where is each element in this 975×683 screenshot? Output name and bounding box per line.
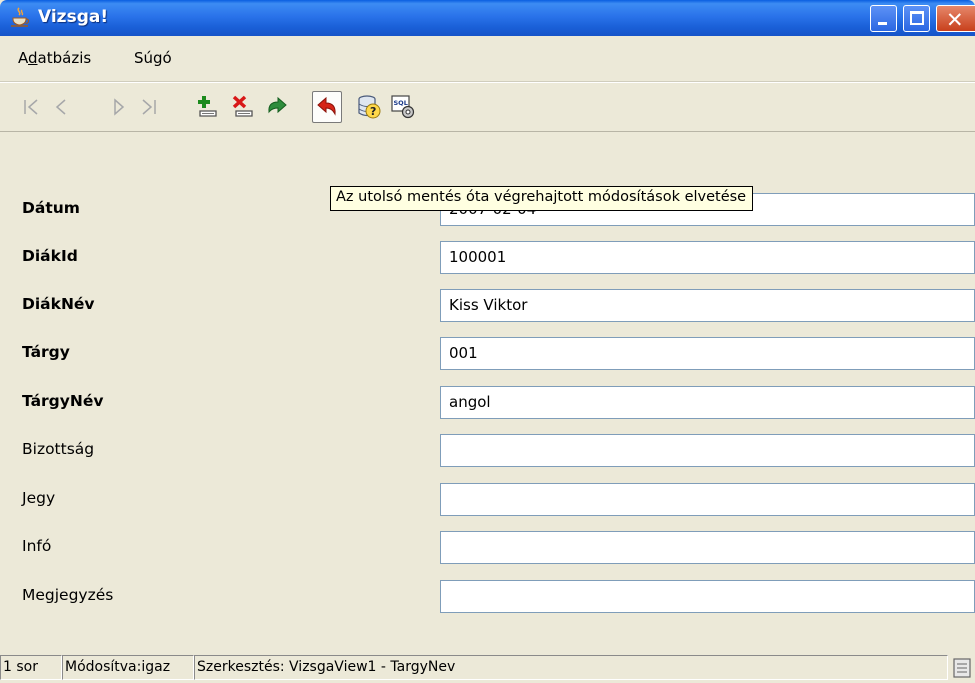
toolbar: ? SQL — [0, 82, 975, 132]
first-record-button[interactable] — [16, 91, 46, 123]
previous-record-button[interactable] — [46, 91, 76, 123]
menu-database-rest: atbázis — [37, 49, 92, 67]
jegy-field[interactable] — [440, 483, 975, 516]
database-connection-icon — [950, 656, 975, 680]
info-field[interactable] — [440, 531, 975, 564]
field-label-info: Infó — [22, 537, 52, 555]
form-row-jegy: Jegy — [0, 475, 975, 523]
last-record-icon — [142, 99, 156, 115]
svg-text:?: ? — [370, 105, 376, 118]
title-bar[interactable]: Vizsga! ✕ — [0, 0, 975, 36]
minimize-button[interactable] — [870, 5, 897, 32]
next-record-button[interactable] — [104, 91, 134, 123]
menu-help[interactable]: Súgó — [134, 49, 172, 67]
targy-field[interactable]: 001 — [440, 337, 975, 370]
bizottsag-field[interactable] — [440, 434, 975, 467]
query-help-button[interactable]: ? — [354, 91, 384, 123]
next-record-icon — [114, 98, 125, 116]
menu-database[interactable]: Adatbázis — [18, 49, 91, 67]
app-window: Vizsga! ✕ Adatbázis Súgó ? SQL Dátum Diá… — [0, 0, 975, 683]
form-row-bizottsag: Bizottság — [0, 426, 975, 474]
form-row-info: Infó — [0, 523, 975, 571]
maximize-icon — [910, 11, 924, 25]
status-row-count: 1 sor — [0, 655, 62, 680]
last-record-button[interactable] — [134, 91, 164, 123]
diakid-field[interactable]: 100001 — [440, 241, 975, 274]
form-row-diaknev: DiákNév Kiss Viktor — [0, 281, 975, 329]
form-row-targynev: TárgyNév angol — [0, 378, 975, 426]
delete-record-button[interactable] — [228, 91, 258, 123]
maximize-button[interactable] — [903, 5, 930, 32]
first-record-icon — [24, 99, 38, 115]
field-label-targy: Tárgy — [22, 343, 70, 361]
menu-database-mnemonic: d — [28, 49, 38, 67]
record-form: Dátum 2007-02-04 DiákId 100001 DiákNév K… — [0, 180, 975, 633]
undo-changes-button[interactable] — [312, 91, 342, 123]
delete-record-icon — [232, 95, 253, 117]
field-label-jegy: Jegy — [22, 489, 56, 507]
close-button[interactable]: ✕ — [936, 5, 975, 32]
add-record-icon — [198, 96, 217, 117]
status-modified: Módosítva:igaz — [62, 655, 194, 680]
targynev-field[interactable]: angol — [440, 386, 975, 419]
diaknev-field[interactable]: Kiss Viktor — [440, 289, 975, 322]
field-label-megjegyzes: Megjegyzés — [22, 586, 114, 604]
menu-bar: Adatbázis Súgó — [0, 36, 975, 82]
previous-record-icon — [55, 99, 66, 115]
window-title: Vizsga! — [38, 7, 109, 27]
close-icon: ✕ — [946, 8, 964, 32]
field-label-datum: Dátum — [22, 199, 80, 217]
field-label-diakid: DiákId — [22, 247, 78, 265]
undo-arrow-icon — [317, 96, 336, 116]
java-cup-icon — [10, 7, 30, 29]
redo-arrow-icon — [268, 96, 287, 114]
form-row-megjegyzes: Megjegyzés — [0, 572, 975, 620]
form-row-diakid: DiákId 100001 — [0, 233, 975, 281]
minimize-icon — [878, 22, 887, 25]
menu-database-prefix: A — [18, 49, 28, 67]
field-label-targynev: TárgyNév — [22, 392, 104, 410]
add-record-button[interactable] — [192, 91, 222, 123]
field-label-diaknev: DiákNév — [22, 295, 95, 313]
status-editing: Szerkesztés: VizsgaView1 - TargyNev — [194, 655, 948, 680]
sql-button[interactable]: SQL — [388, 91, 418, 123]
sql-icon: SQL — [391, 95, 415, 119]
undo-tooltip: Az utolsó mentés óta végrehajtott módosí… — [330, 186, 754, 211]
status-bar: 1 sor Módosítva:igaz Szerkesztés: Vizsga… — [0, 652, 975, 683]
svg-text:SQL: SQL — [394, 99, 408, 107]
megjegyzes-field[interactable] — [440, 580, 975, 613]
save-changes-button[interactable] — [262, 91, 292, 123]
field-label-bizottsag: Bizottság — [22, 440, 95, 458]
form-row-targy: Tárgy 001 — [0, 329, 975, 377]
query-help-icon: ? — [358, 95, 381, 119]
